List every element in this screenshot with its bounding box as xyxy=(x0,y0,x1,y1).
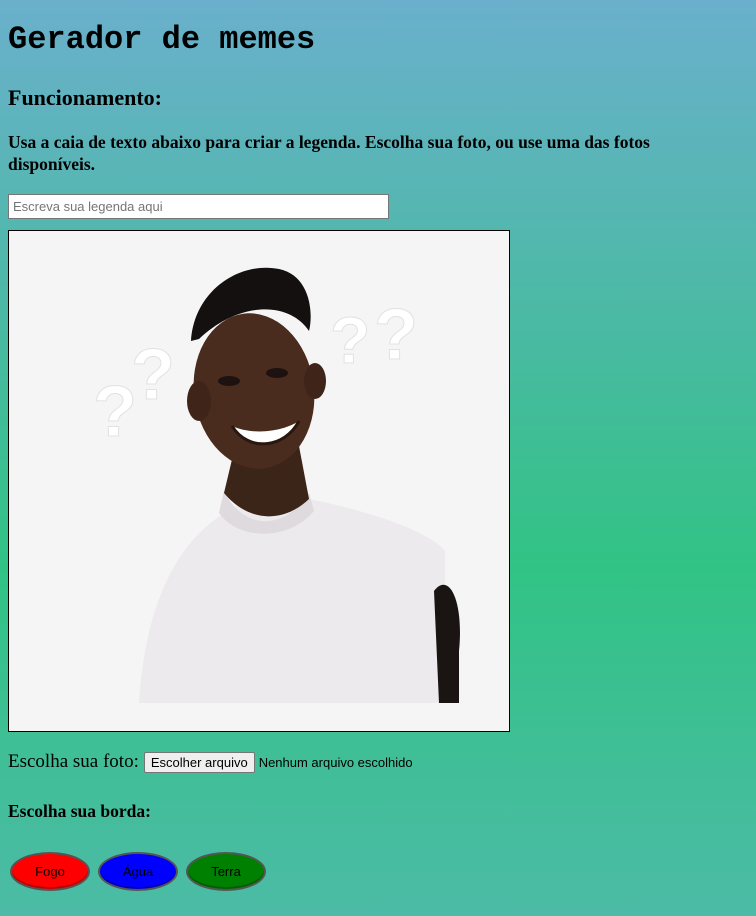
file-status-text: Nenhum arquivo escolhido xyxy=(258,754,413,770)
page-title: Gerador de memes xyxy=(8,21,316,58)
file-picker-row: Escolha sua foto: Escolher arquivo Nenhu… xyxy=(8,750,413,774)
question-mark-icon: ? xyxy=(374,295,418,375)
instructions-text: Usa a caia de texto abaixo para criar a … xyxy=(8,132,650,174)
border-agua-button[interactable]: Água xyxy=(98,852,178,891)
choose-file-button[interactable]: Escolher arquivo xyxy=(143,751,255,773)
section-subtitle: Funcionamento: xyxy=(8,85,162,110)
border-terra-button[interactable]: Terra xyxy=(186,852,266,891)
border-fogo-button[interactable]: Fogo xyxy=(10,852,90,891)
border-button-group: Fogo Água Terra xyxy=(10,852,266,891)
question-mark-icon: ? xyxy=(131,335,175,415)
meme-photo: ? ? ? ? xyxy=(9,231,509,731)
border-heading: Escolha sua borda: xyxy=(8,801,151,821)
caption-input[interactable] xyxy=(8,194,389,219)
question-mark-icon: ? xyxy=(330,303,370,377)
meme-image-frame: ? ? ? ? xyxy=(8,230,510,732)
file-picker-label: Escolha sua foto: xyxy=(8,751,139,772)
